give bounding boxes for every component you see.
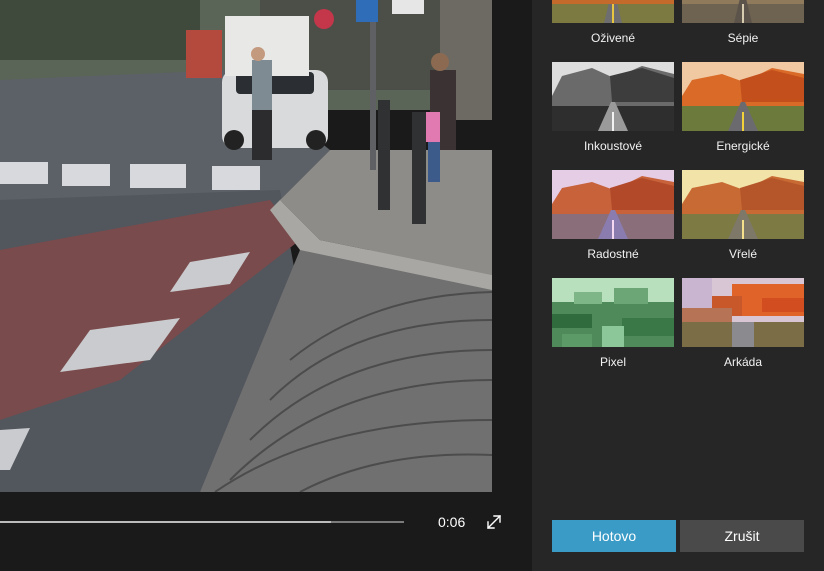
- filter-tile[interactable]: Oživené: [552, 0, 674, 54]
- video-frame[interactable]: [0, 0, 492, 492]
- video-preview-area: 0:06: [0, 0, 532, 571]
- filter-label: Oživené: [590, 31, 636, 45]
- filter-tile[interactable]: Vřelé: [682, 170, 804, 270]
- filter-label: Inkoustové: [583, 139, 643, 153]
- player-controls: 0:06: [0, 492, 532, 571]
- filter-tile[interactable]: Radostné: [552, 170, 674, 270]
- filter-label: Radostné: [587, 247, 639, 261]
- filter-thumbnail: [552, 62, 674, 131]
- filter-tile[interactable]: Energické: [682, 62, 804, 162]
- video-still-image: [0, 0, 492, 492]
- seek-bar[interactable]: [0, 521, 404, 523]
- filter-label: Sépie: [727, 31, 759, 45]
- filter-thumbnail: [552, 0, 674, 23]
- filter-tile[interactable]: Pixel: [552, 278, 674, 378]
- filter-label: Vřelé: [728, 247, 757, 261]
- filter-thumbnail: [682, 0, 804, 23]
- filter-thumbnail: [552, 278, 674, 347]
- seek-bar-progress: [0, 521, 332, 523]
- filter-tile[interactable]: Sépie: [682, 0, 804, 54]
- cancel-button[interactable]: Zrušit: [680, 520, 804, 552]
- playback-time: 0:06: [438, 514, 466, 530]
- done-button[interactable]: Hotovo: [552, 520, 676, 552]
- filter-label: Energické: [716, 139, 770, 153]
- filter-label: Pixel: [599, 355, 626, 369]
- filter-thumbnail: [682, 278, 804, 347]
- expand-icon[interactable]: [484, 512, 504, 532]
- filter-label: Arkáda: [723, 355, 763, 369]
- filter-tile[interactable]: Arkáda: [682, 278, 804, 378]
- filter-tile[interactable]: Inkoustové: [552, 62, 674, 162]
- filter-thumbnail: [552, 170, 674, 239]
- filter-thumbnail: [682, 62, 804, 131]
- filter-thumbnail: [682, 170, 804, 239]
- filters-panel: Oživené Sépie Inkoustové Energické Rados…: [532, 0, 824, 571]
